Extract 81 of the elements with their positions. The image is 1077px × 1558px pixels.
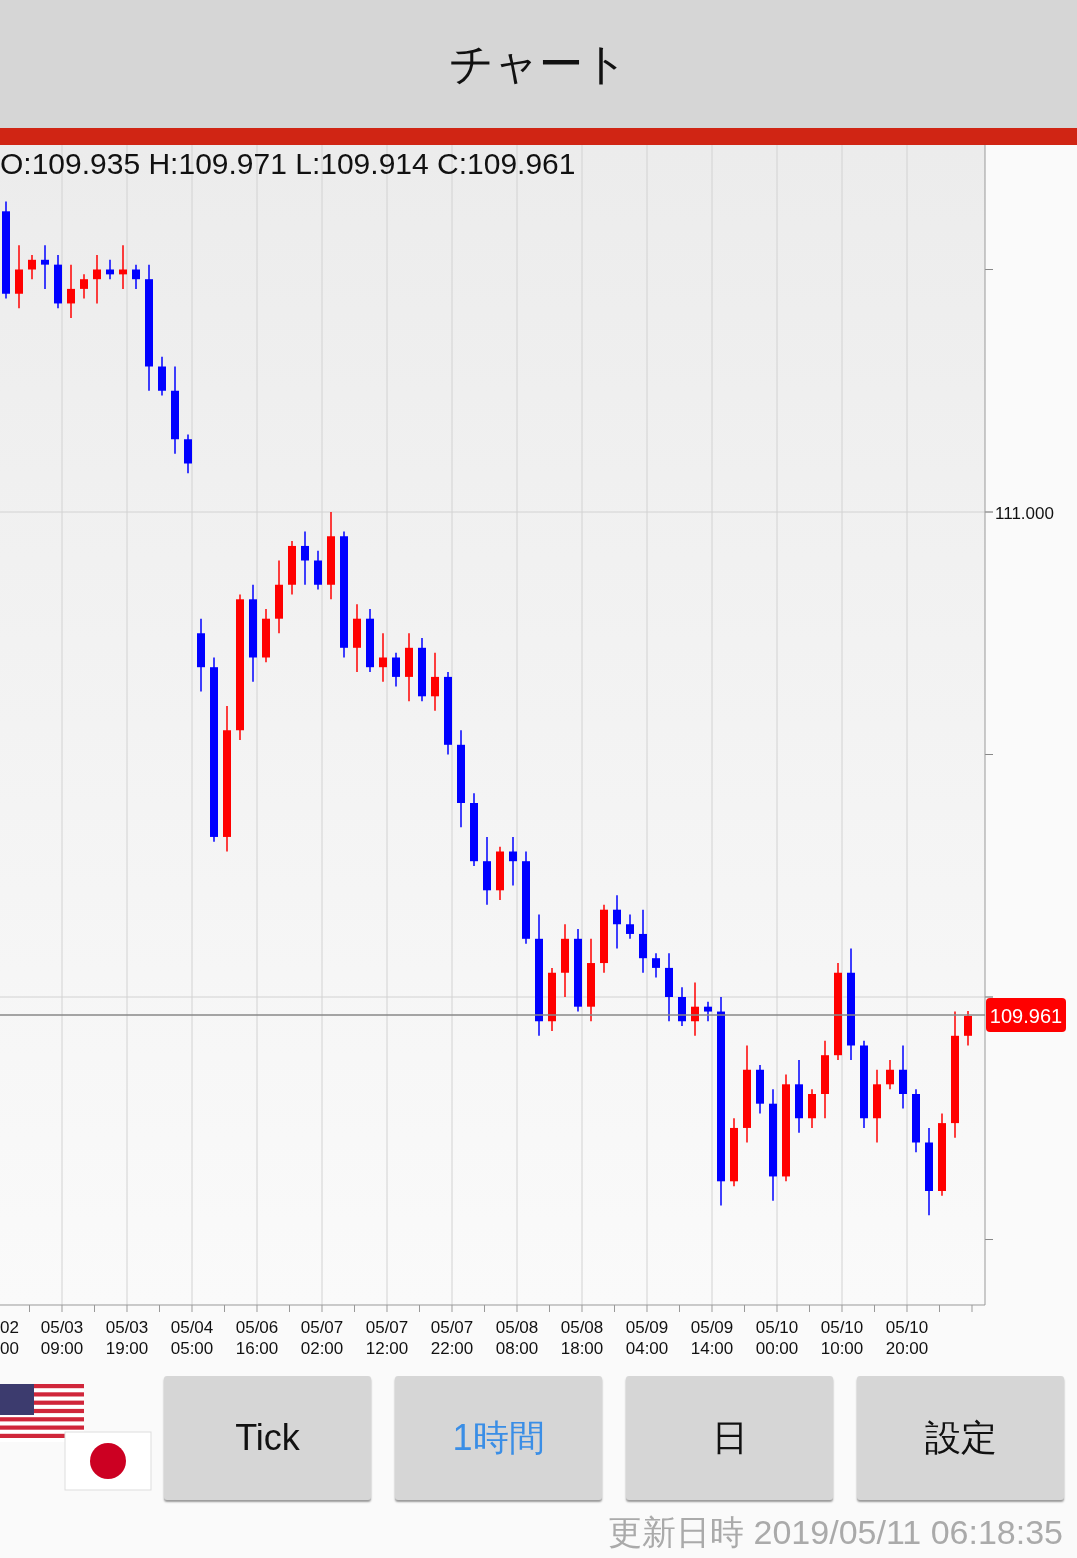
rising-candle — [730, 1117, 738, 1187]
falling-candle — [418, 637, 426, 702]
timeframe-button[interactable]: 設定 — [857, 1376, 1064, 1500]
timeframe-button[interactable]: 日 — [626, 1376, 833, 1500]
rising-candle — [119, 244, 127, 290]
time-axis-label: 05/10 — [755, 1318, 799, 1337]
time-axis-label: 02 — [0, 1318, 19, 1337]
rising-candle — [691, 981, 699, 1037]
time-axis-label: 00:00 — [755, 1339, 799, 1358]
falling-candle — [756, 1064, 764, 1115]
time-axis-label: 04:00 — [625, 1339, 669, 1358]
falling-candle — [912, 1088, 920, 1153]
rising-candle — [431, 651, 439, 712]
rising-candle — [548, 967, 556, 1032]
screen-title: チャート — [449, 36, 628, 91]
timeframe-button[interactable]: Tick — [164, 1376, 371, 1500]
rising-candle — [80, 273, 88, 300]
time-axis-label: 00 — [0, 1339, 19, 1358]
falling-candle — [652, 952, 660, 979]
rising-candle — [964, 1010, 972, 1047]
rising-candle — [288, 540, 296, 596]
time-axis-label: 18:00 — [560, 1339, 604, 1358]
rising-candle — [808, 1088, 816, 1129]
falling-candle — [54, 254, 62, 310]
rising-candle — [15, 244, 23, 310]
falling-candle — [704, 1001, 712, 1022]
time-axis-label: 05/07 — [300, 1318, 344, 1337]
time-axis-label: 02:00 — [300, 1339, 344, 1358]
rising-candle — [379, 632, 387, 683]
falling-candle — [483, 836, 491, 906]
time-axis-label: 19:00 — [105, 1339, 149, 1358]
time-axis-label: 05:00 — [170, 1339, 214, 1358]
rising-candle — [262, 608, 270, 664]
time-axis-label: 05/08 — [560, 1318, 604, 1337]
time-axis-label: 05/04 — [170, 1318, 214, 1337]
time-axis-label: 10:00 — [820, 1339, 864, 1358]
falling-candle — [41, 244, 49, 290]
time-axis-label: 12:00 — [365, 1339, 409, 1358]
price-axis-label: 111.000 — [995, 504, 1054, 523]
falling-candle — [392, 651, 400, 688]
falling-candle — [665, 952, 673, 1022]
time-axis-label: 20:00 — [885, 1339, 929, 1358]
rising-candle — [496, 845, 504, 901]
time-axis-label: 05/09 — [625, 1318, 669, 1337]
falling-candle — [678, 986, 686, 1027]
falling-candle — [106, 259, 114, 280]
time-axis-label: 05/10 — [820, 1318, 864, 1337]
falling-candle — [158, 356, 166, 397]
falling-candle — [184, 433, 192, 474]
time-axis-label: 05/06 — [235, 1318, 279, 1337]
falling-candle — [613, 894, 621, 950]
rising-candle — [600, 904, 608, 974]
rising-candle — [67, 263, 75, 319]
time-axis-label: 14:00 — [690, 1339, 734, 1358]
falling-candle — [301, 530, 309, 586]
falling-candle — [639, 908, 647, 974]
rising-candle — [93, 254, 101, 305]
falling-candle — [366, 608, 374, 673]
falling-candle — [899, 1044, 907, 1110]
falling-candle — [132, 263, 140, 290]
time-axis-label: 08:00 — [495, 1339, 539, 1358]
time-axis-label: 05/09 — [690, 1318, 734, 1337]
rising-candle — [353, 603, 361, 673]
falling-candle — [626, 913, 634, 940]
time-axis-label: 05/03 — [40, 1318, 84, 1337]
last-updated-text: 更新日時 2019/05/11 06:18:35 — [607, 1512, 1064, 1553]
time-axis-label: 09:00 — [40, 1339, 84, 1358]
rising-candle — [28, 254, 36, 280]
rising-candle — [405, 632, 413, 702]
time-axis-label: 05/08 — [495, 1318, 539, 1337]
time-axis-label: 16:00 — [235, 1339, 279, 1358]
time-axis-label: 05/07 — [365, 1318, 409, 1337]
ohlc-readout: O:109.935 H:109.971 L:109.914 C:109.961 — [0, 147, 576, 180]
rising-candle — [886, 1059, 894, 1090]
current-price-tag: 109.961 — [986, 998, 1066, 1032]
time-axis-label: 05/07 — [430, 1318, 474, 1337]
time-axis-label: 05/10 — [885, 1318, 929, 1337]
time-axis-label: 05/03 — [105, 1318, 149, 1337]
time-axis-label: 22:00 — [430, 1339, 474, 1358]
falling-candle — [314, 550, 322, 591]
falling-candle — [509, 836, 517, 887]
